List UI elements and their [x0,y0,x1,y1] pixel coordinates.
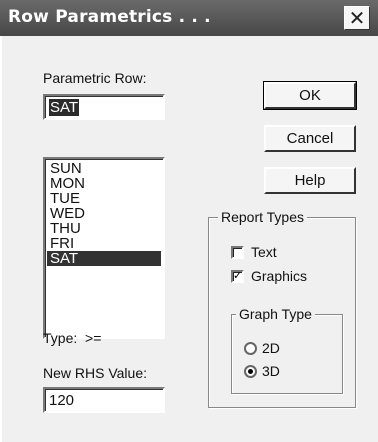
rhs-label: New RHS Value: [43,365,148,381]
graph-type-group: Graph Type 2D 3D [231,306,343,394]
type-value: >= [85,330,102,346]
radio-selected-dot [248,369,253,374]
list-item[interactable]: FRI [47,236,161,251]
list-item[interactable]: THU [47,221,161,236]
parametric-row-list[interactable]: SUN MON TUE WED THU FRI SAT [43,157,165,339]
window-title: Row Parametrics . . . [8,7,211,27]
text-checkbox[interactable] [231,246,244,259]
rhs-input[interactable]: 120 [43,387,165,413]
text-checkbox-label: Text [251,244,277,260]
list-item[interactable]: SUN [47,161,161,176]
type-label: Type: [43,330,78,346]
title-bar[interactable]: Row Parametrics . . . ✕ [0,0,378,36]
report-types-group: Report Types Text ✓ Graphics Graph Type … [208,209,356,408]
radio-2d[interactable] [244,342,257,355]
list-item[interactable]: WED [47,206,161,221]
radio-3d-label: 3D [262,363,280,379]
ok-button[interactable]: OK [263,81,357,110]
dialog-body: Parametric Row: SAT SUN MON TUE WED THU FRI SA… [0,36,378,442]
graphics-checkbox-label: Graphics [251,268,308,284]
type-line: Type: >= [43,330,101,346]
parametric-row-label: Parametric Row: [43,70,147,86]
report-types-title: Report Types [218,209,308,225]
parametric-row-field[interactable]: SAT [43,94,165,120]
close-icon: ✕ [348,6,366,30]
radio-2d-label: 2D [262,340,280,356]
close-button[interactable]: ✕ [344,6,370,30]
cancel-button[interactable]: Cancel [264,125,356,152]
graphics-checkbox[interactable]: ✓ [231,270,244,283]
graph-type-title: Graph Type [236,306,315,322]
radio-3d[interactable] [244,365,257,378]
rhs-value: 120 [49,392,75,409]
list-item[interactable]: MON [47,176,161,191]
list-item[interactable]: TUE [47,191,161,206]
parametric-row-value: SAT [49,99,80,116]
checkmark-icon: ✓ [233,270,243,282]
help-button[interactable]: Help [264,167,356,194]
list-item[interactable]: SAT [47,251,161,266]
